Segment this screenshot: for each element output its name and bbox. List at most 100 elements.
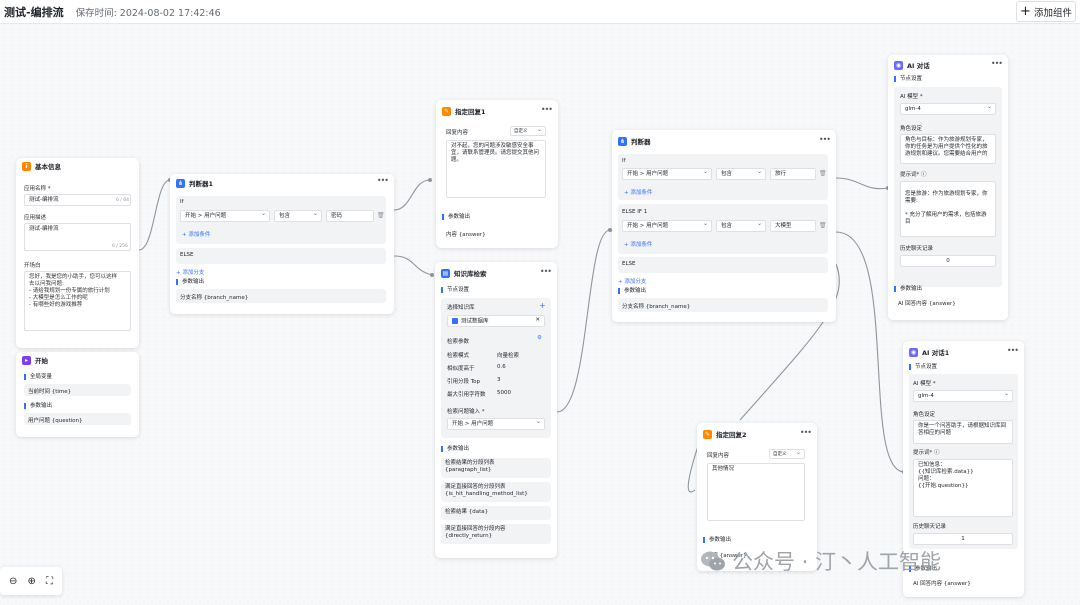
more-icon[interactable]: •••	[1007, 346, 1019, 355]
node-title: 指定回复2	[716, 431, 747, 439]
node-title: 开始	[35, 357, 48, 365]
node-title: 判断器1	[189, 180, 214, 188]
global-label: 全局变量	[24, 374, 52, 380]
add-condition-link[interactable]: + 添加条件	[182, 230, 210, 238]
name-count: 6 / 64	[116, 198, 129, 203]
add-component-button[interactable]: + 添加组件	[1016, 1, 1076, 22]
settings-icon[interactable]: ⚙	[537, 335, 542, 341]
history-stepper[interactable]: 0	[900, 255, 996, 267]
fit-view-icon[interactable]: ⛶	[46, 576, 53, 587]
history-value: 1	[961, 536, 965, 542]
kb-name: 测试数据库	[461, 318, 489, 325]
if-field-select[interactable]: 开始 > 用户问题	[622, 168, 712, 180]
judge2-node[interactable]: ⋔ 判断器 ••• If 开始 > 用户问题 包含 旅行 🗑 + 添加条件 ELSE…	[612, 130, 836, 322]
opening-label: 开场白	[24, 263, 41, 269]
add-condition-link[interactable]: + 添加条件	[624, 240, 652, 248]
if-field-select[interactable]: 开始 > 用户问题	[180, 210, 270, 222]
app-name-input[interactable]: 测试-编排流	[24, 194, 131, 206]
more-icon[interactable]: •••	[819, 135, 831, 144]
start-node[interactable]: ▸ 开始 全局变量 当前时间 {time} 参数输出 用户问题 {question…	[16, 352, 139, 437]
if-op-select[interactable]: 包含	[716, 168, 766, 180]
trash-icon[interactable]: 🗑	[377, 212, 385, 219]
elseif-value-input[interactable]: 大模型	[770, 220, 816, 232]
if-value-input[interactable]: 旅行	[770, 168, 816, 180]
mode-select[interactable]: 自定义	[769, 449, 805, 459]
elseif-op-select[interactable]: 包含	[716, 220, 766, 232]
if-op-select[interactable]: 包含	[274, 210, 322, 222]
question-select[interactable]: 开始 > 用户问题	[447, 418, 545, 430]
history-value: 0	[946, 258, 950, 264]
prompt-input[interactable]: 已知信息： {{知识库检索.data}} 问题： {{开始.question}}	[913, 459, 1013, 517]
if-value-input[interactable]: 密码	[326, 210, 374, 222]
reply-icon: ✎	[442, 106, 451, 116]
ai-chat-node[interactable]: ◉ AI 对话 ••• 节点设置 AI 模型 * glm-4 角色设定 角色与目标：…	[888, 55, 1008, 320]
zoom-controls: ⊖ ⊕ ⛶	[0, 567, 62, 595]
db-icon	[452, 318, 458, 324]
close-icon[interactable]: ✕	[535, 317, 540, 324]
global-var: 当前时间 {time}	[24, 384, 131, 396]
elseif-label: ELSE IF 1	[622, 209, 648, 215]
add-branch-link[interactable]: + 添加分支	[176, 268, 204, 276]
node-label: 节点设置	[909, 364, 937, 370]
zoom-out-icon[interactable]: ⊖	[9, 576, 17, 587]
role-input[interactable]: 角色与目标：作为旅游规划专家，你的任务是为用户提供个性化的旅游规划和建议。您需要…	[900, 134, 996, 164]
param-output: 用户问题 {question}	[24, 413, 131, 425]
else-label: ELSE	[622, 261, 636, 267]
add-branch-link[interactable]: + 添加分支	[618, 277, 646, 285]
more-icon[interactable]: •••	[800, 428, 812, 437]
params-label: 参数输出	[24, 403, 52, 409]
mode-select[interactable]: 自定义	[510, 126, 546, 136]
kb-search-node[interactable]: ▤ 知识库检索 ••• 节点设置 选择知识库 + 测试数据库 ✕ 检索参数 ⚙ 检索模…	[435, 262, 557, 558]
param-val: 3	[497, 377, 501, 383]
add-condition-link[interactable]: + 添加条件	[624, 188, 652, 196]
model-select[interactable]: glm-4	[913, 390, 1013, 402]
reply-text[interactable]: 对不起，您的问题涉及敏感安全事宜，请联系管理员。请您提交其他问题。	[446, 140, 546, 198]
params-value: 用户问题 {question}	[28, 418, 83, 424]
out-label: 参数输出	[442, 214, 470, 220]
output-item: 检索结果 {data}	[441, 506, 551, 520]
out-value: AI 回答内容 {answer}	[898, 301, 956, 307]
prompt-input[interactable]: 您是旅游：作为旅游规划专家，你需要: * 充分了解用户的需求，包括旅游目	[900, 181, 996, 237]
role-input[interactable]: 你是一个问答助手，请根据知识库回答相应的问题	[913, 420, 1013, 444]
if-label: If	[622, 158, 626, 164]
more-icon[interactable]: •••	[377, 176, 389, 185]
out-label: 参数输出	[894, 286, 922, 292]
add-component-label: 添加组件	[1033, 7, 1072, 19]
elseif-field-select[interactable]: 开始 > 用户问题	[622, 220, 712, 232]
zoom-in-icon[interactable]: ⊕	[27, 576, 35, 587]
node-label: 节点设置	[441, 287, 469, 293]
out-label: 参数输出	[176, 279, 204, 285]
out-value: 内容 {answer}	[446, 232, 486, 238]
top-bar: 测试-编排流 保存时间: 2024-08-02 17:42:46 + 添加组件	[0, 0, 1080, 24]
if-op-value: 包含	[279, 213, 291, 219]
reply-text[interactable]: 其他情况	[707, 463, 805, 521]
basic-info-node[interactable]: i 基本信息 应用名称 * 测试-编排流 6 / 64 应用描述 测试-编排流 6…	[16, 158, 139, 348]
node-title: AI 对话	[907, 62, 930, 70]
add-kb-icon[interactable]: +	[539, 301, 546, 310]
more-icon[interactable]: •••	[540, 267, 552, 276]
judge1-node[interactable]: ⋔ 判断器1 ••• If 开始 > 用户问题 包含 密码 🗑 + 添加条件 ELS…	[170, 174, 394, 314]
history-stepper[interactable]: 1	[913, 533, 1013, 545]
model-select[interactable]: glm-4	[900, 103, 996, 115]
reply1-node[interactable]: ✎ 指定回复1 ••• 回复内容 自定义 对不起，您的问题涉及敏感安全事宜，请联系管…	[436, 100, 558, 248]
output-item: 满足直接回答的分段内容 {directly_return}	[441, 524, 551, 544]
param-key: 最大引用字符数	[447, 392, 486, 398]
kb-item[interactable]: 测试数据库 ✕	[447, 315, 545, 327]
out-label: 参数输出	[703, 537, 731, 543]
mode-value: 自定义	[773, 452, 787, 457]
node-title: 指定回复1	[455, 108, 486, 116]
prompt-label: 提示词* ⓘ	[900, 172, 927, 178]
ai-icon: ◉	[909, 347, 918, 357]
watermark-text: 公众号 · 汀丶人工智能	[732, 550, 942, 574]
question-label: 检索问题输入 *	[447, 409, 485, 415]
mode-value: 自定义	[514, 129, 528, 134]
opening-input[interactable]: 您好，我是您的小助手，您可以这样 去以问我问题: - 请给我规划一份专属的旅行计…	[24, 271, 131, 331]
more-icon[interactable]: •••	[991, 59, 1003, 68]
app-name-label: 应用名称 *	[24, 186, 51, 192]
trash-icon[interactable]: 🗑	[819, 222, 827, 229]
more-icon[interactable]: •••	[541, 105, 553, 114]
page-title: 测试-编排流	[4, 5, 64, 19]
trash-icon[interactable]: 🗑	[819, 170, 827, 177]
start-icon: ▸	[22, 355, 31, 365]
info-icon: i	[22, 161, 31, 171]
